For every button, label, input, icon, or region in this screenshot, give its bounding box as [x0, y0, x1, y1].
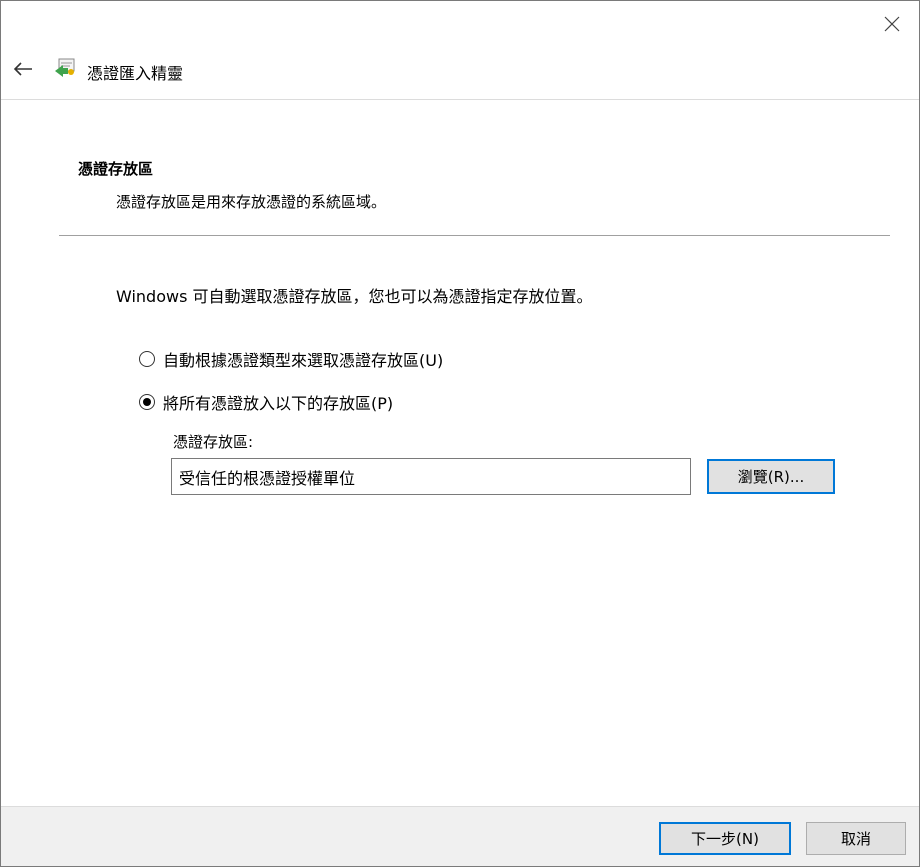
wizard-title: 憑證匯入精靈 — [87, 64, 184, 83]
store-field[interactable]: 受信任的根憑證授權單位 — [171, 458, 691, 495]
radio-place-all[interactable]: 將所有憑證放入以下的存放區(P) — [139, 390, 393, 414]
wizard-header: 憑證匯入精靈 — [1, 45, 919, 100]
browse-button[interactable]: 瀏覽(R)... — [707, 459, 835, 494]
back-button[interactable] — [9, 55, 37, 83]
store-label: 憑證存放區: — [173, 433, 254, 451]
close-button[interactable] — [877, 9, 907, 39]
radio-auto-select[interactable]: 自動根據憑證類型來選取憑證存放區(U) — [139, 347, 443, 371]
wizard-footer: 下一步(N) 取消 — [1, 806, 919, 866]
section-description: 憑證存放區是用來存放憑證的系統區域。 — [116, 193, 387, 211]
next-button[interactable]: 下一步(N) — [659, 822, 791, 855]
radio-button[interactable] — [139, 351, 155, 367]
cancel-button[interactable]: 取消 — [806, 822, 906, 855]
arrow-left-icon — [13, 62, 32, 76]
intro-text: Windows 可自動選取憑證存放區，您也可以為憑證指定存放位置。 — [116, 287, 593, 306]
radio-button-selected[interactable] — [139, 394, 155, 410]
section-title: 憑證存放區 — [78, 160, 154, 178]
radio-dot — [143, 398, 151, 406]
radio-label-place-all: 將所有憑證放入以下的存放區(P) — [163, 394, 394, 413]
wizard-window: 憑證匯入精靈 憑證存放區 憑證存放區是用來存放憑證的系統區域。 Windows … — [0, 0, 920, 867]
certificate-import-icon — [55, 58, 75, 77]
radio-label-auto: 自動根據憑證類型來選取憑證存放區(U) — [163, 351, 444, 370]
close-icon — [884, 16, 900, 32]
divider — [59, 235, 890, 236]
